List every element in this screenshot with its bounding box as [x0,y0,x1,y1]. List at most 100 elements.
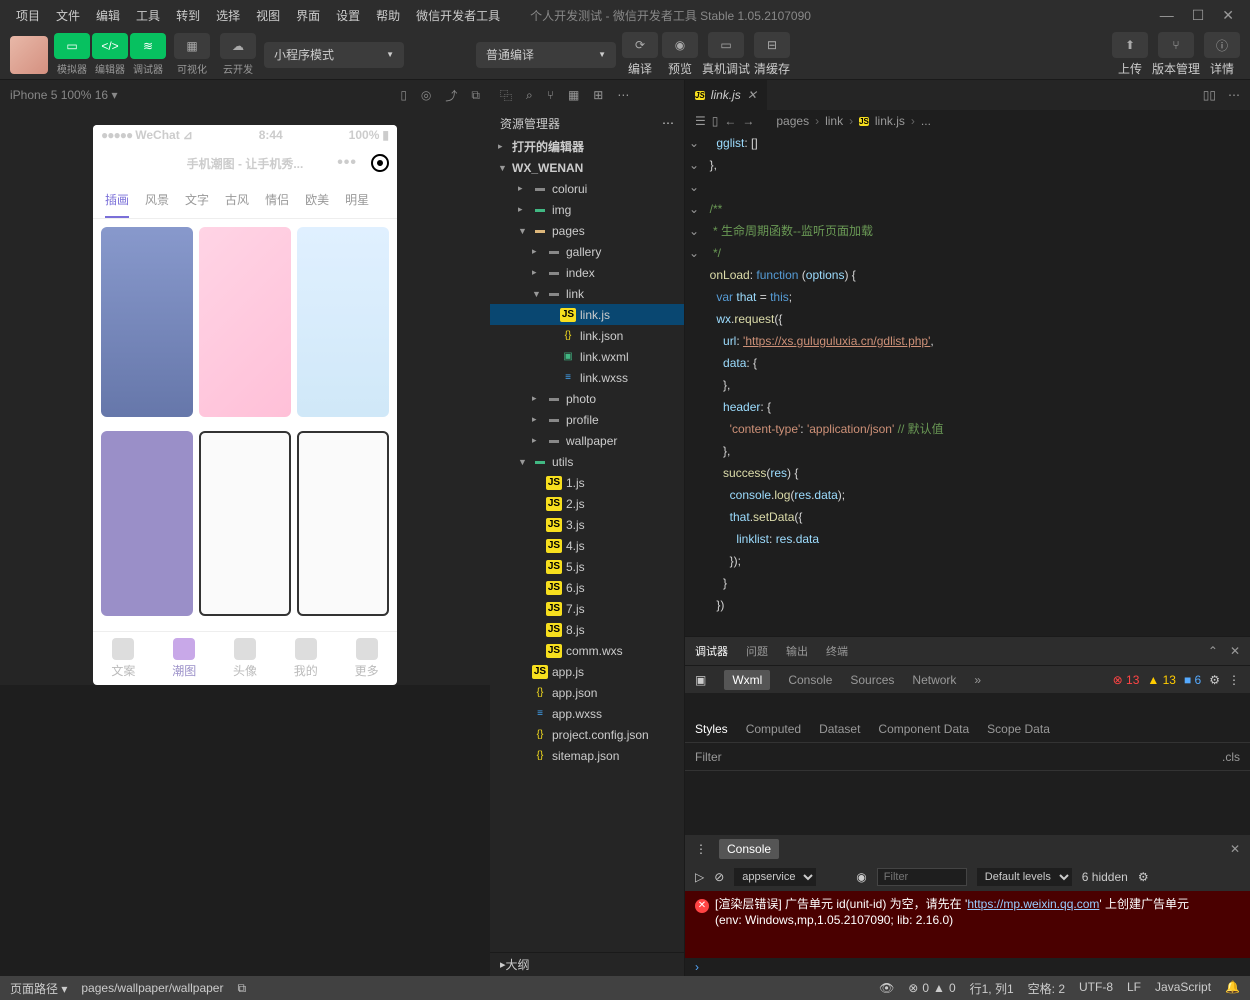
wallpaper-card[interactable] [199,227,291,417]
tree-item[interactable]: JS1.js [490,472,684,493]
tree-item[interactable]: ▸▬wallpaper [490,430,684,451]
wallpaper-card[interactable] [297,431,389,616]
tree-item[interactable]: JScomm.wxs [490,640,684,661]
copy-icon[interactable]: ⧉ [237,981,246,996]
tree-item[interactable]: ≡link.wxss [490,367,684,388]
more-icon[interactable]: ••• [337,154,357,172]
tab-debugger[interactable]: 调试器 [695,643,728,659]
more-icon[interactable]: ⋯ [617,88,629,102]
tree-item[interactable]: ▸▬index [490,262,684,283]
close-icon[interactable]: ✕ [747,88,757,102]
phone-tab[interactable]: 情侣 [265,191,289,208]
tab-terminal[interactable]: 终端 [826,643,848,659]
branch-icon[interactable]: ⑂ [547,88,554,102]
more-icon[interactable]: ⋮ [1228,673,1240,687]
tab-console[interactable]: Console [788,673,832,687]
menu-item[interactable]: 视图 [248,5,288,27]
cloud-button[interactable]: ☁ [220,33,256,59]
phone-tab[interactable]: 古风 [225,191,249,208]
action-button[interactable]: ⟳ [622,32,658,58]
files-icon[interactable]: ⿻ [500,87,512,104]
device-label[interactable]: iPhone 5 100% 16 ▾ [10,88,117,102]
tab-network[interactable]: Network [912,673,956,687]
menu-item[interactable]: 转到 [168,5,208,27]
tree-item[interactable]: JS3.js [490,514,684,535]
mode-dropdown[interactable]: 小程序模式▼ [264,42,404,68]
tree-item[interactable]: JS6.js [490,577,684,598]
avatar[interactable] [10,36,48,74]
split-icon[interactable]: ▯▯ [1203,88,1216,102]
tree-item[interactable]: ▸▬gallery [490,241,684,262]
action-button[interactable]: ⬆ [1112,32,1148,58]
context-select[interactable]: appservice [734,868,816,886]
menu-item[interactable]: 设置 [328,5,368,27]
bell-icon[interactable]: 🔔 [1225,980,1240,997]
close-icon[interactable]: ✕ [1230,644,1240,658]
page-path[interactable]: pages/wallpaper/wallpaper [81,981,223,995]
eol[interactable]: LF [1127,980,1141,997]
error-count[interactable]: ⊗ 13 [1113,673,1140,687]
editor-tab[interactable]: JS link.js ✕ [685,80,768,110]
visual-button[interactable]: ▦ [174,33,210,59]
tree-item[interactable]: JSapp.js [490,661,684,682]
outline-header[interactable]: ▸ 大纲 [490,952,684,976]
filter-input[interactable]: Filter [695,750,722,764]
console-prompt[interactable]: › [685,958,1250,976]
target-icon[interactable]: ◎ [421,88,431,102]
target-circle-icon[interactable] [371,154,389,172]
phone-tab[interactable]: 明星 [345,191,369,208]
tab-output[interactable]: 输出 [786,643,808,659]
wallpaper-card[interactable] [101,227,193,417]
info-count[interactable]: ■ 6 [1184,673,1201,687]
ext-icon[interactable]: ⊞ [593,88,603,102]
tree-item[interactable]: ≡app.wxss [490,703,684,724]
close-icon[interactable]: ✕ [1230,842,1240,856]
code-editor[interactable]: ⌄⌄⌄⌄⌄⌄ gglist: [] }, /** * 生命周期函数--监听页面加… [685,132,1250,636]
share-icon[interactable]: ⤴ [445,87,457,104]
nav-item[interactable]: 我的 [294,638,318,679]
nav-item[interactable]: 潮图 [172,638,196,679]
action-button[interactable]: ▭ [708,32,744,58]
hidden-count[interactable]: 6 hidden [1082,870,1128,884]
clear-icon[interactable]: ⊘ [714,870,724,884]
tree-item[interactable]: ▸▬img [490,199,684,220]
problems-count[interactable]: ⊗0 ▲0 [908,981,955,995]
tree-section[interactable]: ▸打开的编辑器 [490,136,684,157]
maximize-icon[interactable]: ☐ [1192,7,1205,24]
nav-item[interactable]: 头像 [233,638,257,679]
page-path-label[interactable]: 页面路径 ▾ [10,980,67,997]
action-button[interactable]: ⊟ [754,32,790,58]
tab-styles[interactable]: Styles [695,722,728,736]
tree-item[interactable]: JSlink.js [490,304,684,325]
action-button[interactable]: ⓘ [1204,32,1240,58]
layout-icon[interactable]: ▦ [568,88,579,102]
tab-wxml[interactable]: Wxml [724,670,770,690]
more-icon[interactable]: ⋯ [1228,88,1240,102]
list-icon[interactable]: ☰ [695,114,706,128]
copy-icon[interactable]: ⧉ [471,88,480,103]
inspect-icon[interactable]: ▣ [695,673,706,687]
cursor-pos[interactable]: 行1, 列1 [970,980,1014,997]
tree-item[interactable]: JS4.js [490,535,684,556]
tree-item[interactable]: ▸▬colorui [490,178,684,199]
menu-item[interactable]: 工具 [128,5,168,27]
action-button[interactable]: ⑂ [1158,32,1194,58]
language[interactable]: JavaScript [1155,980,1211,997]
minimize-icon[interactable]: — [1160,7,1174,24]
tree-item[interactable]: JS5.js [490,556,684,577]
nav-item[interactable]: 文案 [111,638,135,679]
close-icon[interactable]: ✕ [1222,7,1234,24]
wallpaper-card[interactable] [199,431,291,616]
tab-console[interactable]: Console [719,839,779,859]
tree-item[interactable]: ▸▬photo [490,388,684,409]
tree-item[interactable]: JS8.js [490,619,684,640]
menu-item[interactable]: 项目 [8,5,48,27]
console-toggle-icon[interactable]: ⋮ [695,842,707,856]
menu-item[interactable]: 微信开发者工具 [408,5,508,27]
tree-item[interactable]: ▣link.wxml [490,346,684,367]
tree-item[interactable]: {}sitemap.json [490,745,684,766]
console-link[interactable]: https://mp.weixin.qq.com [967,897,1099,911]
tree-item[interactable]: {}app.json [490,682,684,703]
tree-item[interactable]: ▼▬utils [490,451,684,472]
menu-item[interactable]: 编辑 [88,5,128,27]
